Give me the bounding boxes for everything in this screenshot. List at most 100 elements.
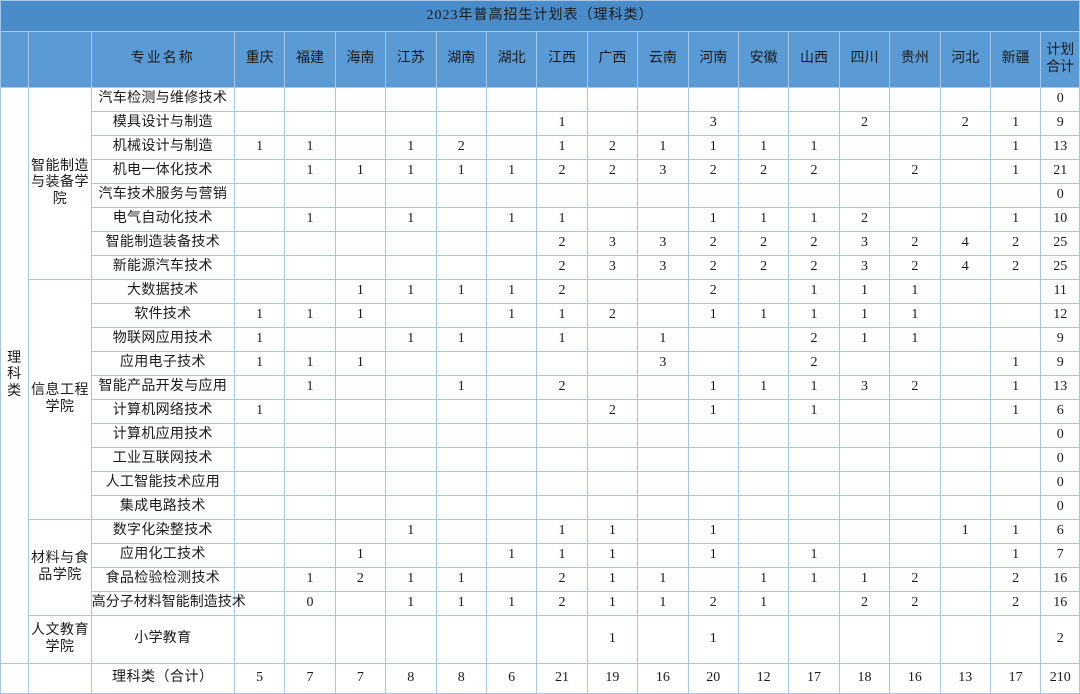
plan-cell-山西 (788, 423, 840, 448)
plan-cell-江苏 (385, 303, 437, 328)
plan-cell-河北: 1 (939, 519, 991, 544)
plan-cell-新疆: 1 (989, 519, 1042, 544)
plan-cell-湖南: 1 (435, 279, 487, 304)
plan-cell-贵州 (889, 543, 941, 568)
plan-cell-湖南: 1 (435, 159, 487, 184)
table-row: 应用化工技术 1 1 1 1 1 1 1 7 (1, 543, 1080, 568)
plan-cell-江苏 (385, 495, 437, 520)
department-cell: 人文教育学院 (28, 615, 92, 664)
plan-cell-江苏 (385, 183, 437, 208)
plan-cell-福建 (284, 327, 336, 352)
plan-cell-河北 (939, 183, 991, 208)
grand-total-广西: 19 (586, 663, 639, 694)
plan-cell-贵州 (889, 471, 941, 496)
plan-cell-广西 (586, 87, 639, 112)
plan-cell-江苏 (385, 111, 437, 136)
table-row: 材料与食品学院 数字化染整技术 1 1 1 1 1 1 6 (1, 519, 1080, 616)
table-body: 理科类 智能制造与装备学院 汽车检测与维修技术 0 模具设计与制造 1 3 2 2 1 9 机械设计与… (0, 87, 1080, 694)
plan-cell-河北 (939, 447, 991, 472)
plan-cell-云南 (637, 303, 689, 328)
plan-cell-安徽 (737, 351, 790, 376)
plan-cell-新疆: 2 (989, 231, 1042, 256)
row-total-cell: 9 (1040, 327, 1080, 352)
plan-cell-安徽: 2 (737, 255, 790, 280)
plan-cell-江西: 1 (536, 207, 588, 232)
plan-cell-四川: 2 (838, 591, 891, 616)
plan-cell-四川 (838, 399, 891, 424)
table-row: 应用电子技术 1 1 1 3 2 1 9 (1, 351, 1080, 376)
header-province-11: 山西 (788, 31, 840, 88)
department-cell: 材料与食品学院 (28, 519, 92, 616)
plan-cell-河南 (687, 327, 739, 352)
plan-cell-海南 (334, 111, 387, 136)
plan-cell-广西: 1 (586, 615, 639, 664)
plan-cell-山西 (788, 591, 840, 616)
major-name-cell: 模具设计与制造 (90, 111, 235, 136)
plan-cell-重庆: 1 (233, 327, 286, 352)
plan-cell-江西: 1 (536, 519, 588, 544)
plan-cell-海南 (334, 399, 387, 424)
major-name-cell: 人工智能技术应用 (90, 471, 235, 496)
plan-cell-安徽 (737, 447, 790, 472)
plan-cell-湖北 (485, 471, 538, 496)
plan-cell-贵州: 2 (889, 375, 941, 400)
plan-cell-湖北 (485, 423, 538, 448)
row-total-cell: 9 (1040, 111, 1080, 136)
plan-cell-新疆: 1 (989, 399, 1042, 424)
plan-cell-湖北 (485, 183, 538, 208)
major-name-cell: 工业互联网技术 (90, 447, 235, 472)
major-name-cell: 机械设计与制造 (90, 135, 235, 160)
row-total-cell: 2 (1040, 615, 1080, 664)
row-total-cell: 6 (1040, 519, 1080, 544)
table-row: 电气自动化技术 1 1 1 1 1 1 1 2 1 10 (1, 207, 1080, 232)
plan-cell-广西: 3 (586, 231, 639, 256)
plan-cell-安徽: 1 (737, 567, 790, 592)
row-total-cell: 0 (1040, 495, 1080, 520)
major-name-cell: 高分子材料智能制造技术 (90, 591, 246, 616)
major-name-cell: 应用电子技术 (90, 351, 235, 376)
plan-cell-广西: 2 (586, 159, 639, 184)
plan-cell-海南: 1 (334, 303, 387, 328)
plan-cell-江苏 (385, 447, 437, 472)
plan-cell-广西 (586, 279, 639, 304)
plan-cell-贵州 (889, 423, 941, 448)
table-row: 人文教育学院 小学教育 1 1 2 (1, 615, 1080, 664)
plan-cell-河北 (939, 303, 991, 328)
plan-cell-海南: 1 (334, 279, 387, 304)
plan-cell-湖北: 1 (485, 303, 538, 328)
plan-cell-四川: 3 (838, 255, 891, 280)
plan-cell-安徽: 2 (737, 231, 790, 256)
plan-cell-重庆 (233, 255, 286, 280)
plan-cell-海南 (334, 495, 387, 520)
plan-cell-河南 (687, 471, 739, 496)
plan-cell-河南 (687, 423, 739, 448)
plan-cell-江苏 (385, 231, 437, 256)
plan-cell-四川 (838, 351, 891, 376)
plan-cell-江西 (536, 399, 588, 424)
plan-cell-安徽: 2 (737, 159, 790, 184)
plan-cell-贵州: 2 (889, 255, 941, 280)
plan-cell-湖南 (435, 255, 487, 280)
plan-cell-河南: 1 (687, 375, 739, 400)
table-row: 物联网应用技术 1 1 1 1 1 2 1 1 9 (1, 327, 1080, 352)
plan-cell-云南 (637, 279, 689, 304)
table-row: 食品检验检测技术 1 2 1 1 2 1 1 1 1 1 2 2 16 (1, 567, 1080, 592)
plan-cell-安徽 (737, 111, 790, 136)
grand-total-云南: 16 (637, 663, 689, 694)
plan-cell-河北 (939, 471, 991, 496)
major-name-cell: 新能源汽车技术 (90, 255, 235, 280)
plan-cell-安徽: 1 (737, 207, 790, 232)
plan-cell-新疆: 1 (989, 111, 1042, 136)
plan-cell-江西: 2 (536, 591, 588, 616)
plan-cell-云南: 1 (637, 135, 689, 160)
plan-cell-贵州 (889, 519, 941, 544)
plan-cell-安徽 (737, 183, 790, 208)
plan-cell-山西: 2 (788, 231, 840, 256)
plan-cell-贵州: 2 (889, 231, 941, 256)
plan-cell-福建: 1 (284, 159, 336, 184)
plan-cell-海南: 1 (334, 159, 387, 184)
table-row: 理科类 智能制造与装备学院 汽车检测与维修技术 0 (0, 87, 1080, 664)
plan-cell-河北 (939, 495, 991, 520)
plan-cell-福建 (284, 471, 336, 496)
plan-cell-广西: 2 (586, 399, 639, 424)
